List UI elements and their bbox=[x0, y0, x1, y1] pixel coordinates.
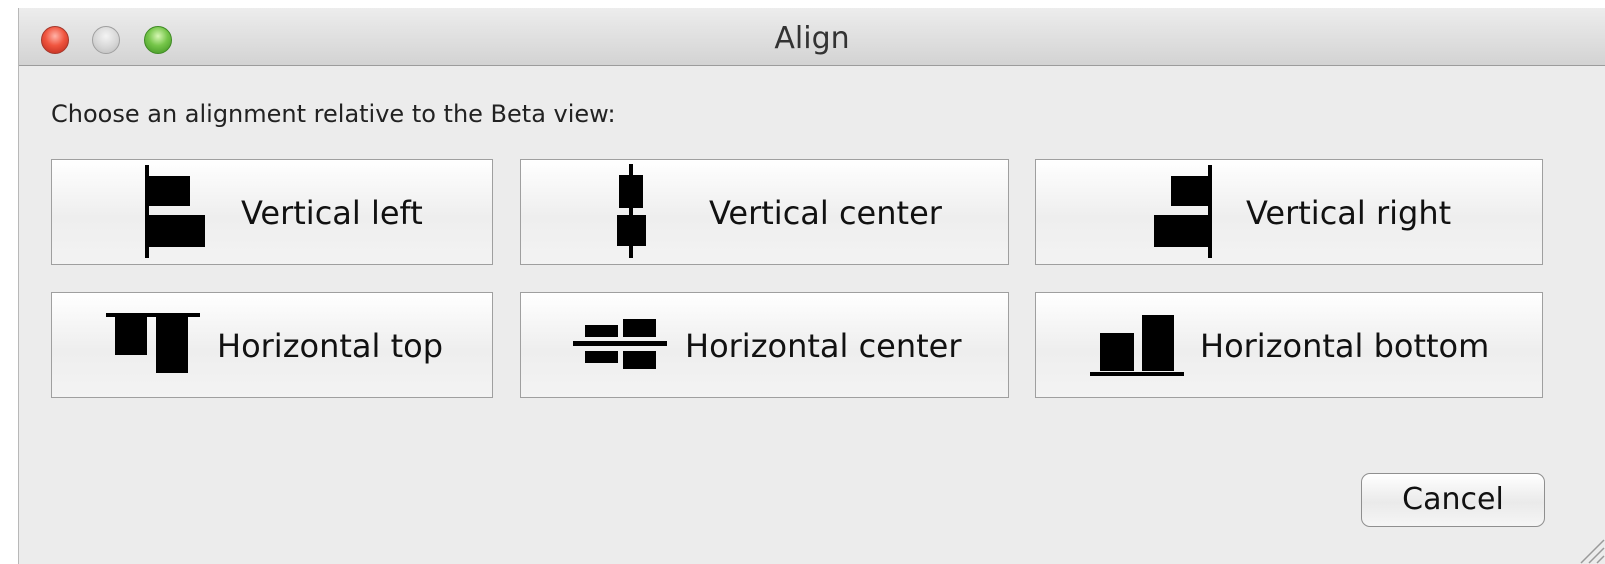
vertical-left-label: Vertical left bbox=[241, 194, 423, 232]
horizontal-top-label: Horizontal top bbox=[217, 327, 443, 365]
vertical-left-button[interactable]: Vertical left bbox=[51, 159, 493, 265]
vertical-center-button[interactable]: Vertical center bbox=[520, 159, 1009, 265]
titlebar: Align bbox=[19, 8, 1605, 66]
horizontal-bottom-label: Horizontal bottom bbox=[1200, 327, 1490, 365]
align-dialog-window: Align Choose an alignment relative to th… bbox=[18, 8, 1605, 564]
window-title: Align bbox=[774, 21, 850, 56]
horizontal-top-button[interactable]: Horizontal top bbox=[51, 292, 493, 398]
vertical-right-label: Vertical right bbox=[1246, 194, 1452, 232]
resize-grip-icon[interactable] bbox=[1575, 534, 1605, 564]
horizontal-center-label: Horizontal center bbox=[685, 327, 962, 365]
horizontal-center-button[interactable]: Horizontal center bbox=[520, 292, 1009, 398]
vertical-center-label: Vertical center bbox=[709, 194, 942, 232]
horizontal-bottom-button[interactable]: Horizontal bottom bbox=[1035, 292, 1543, 398]
cancel-button[interactable]: Cancel bbox=[1361, 473, 1545, 527]
vertical-right-button[interactable]: Vertical right bbox=[1035, 159, 1543, 265]
dialog-prompt: Choose an alignment relative to the Beta… bbox=[51, 100, 616, 128]
